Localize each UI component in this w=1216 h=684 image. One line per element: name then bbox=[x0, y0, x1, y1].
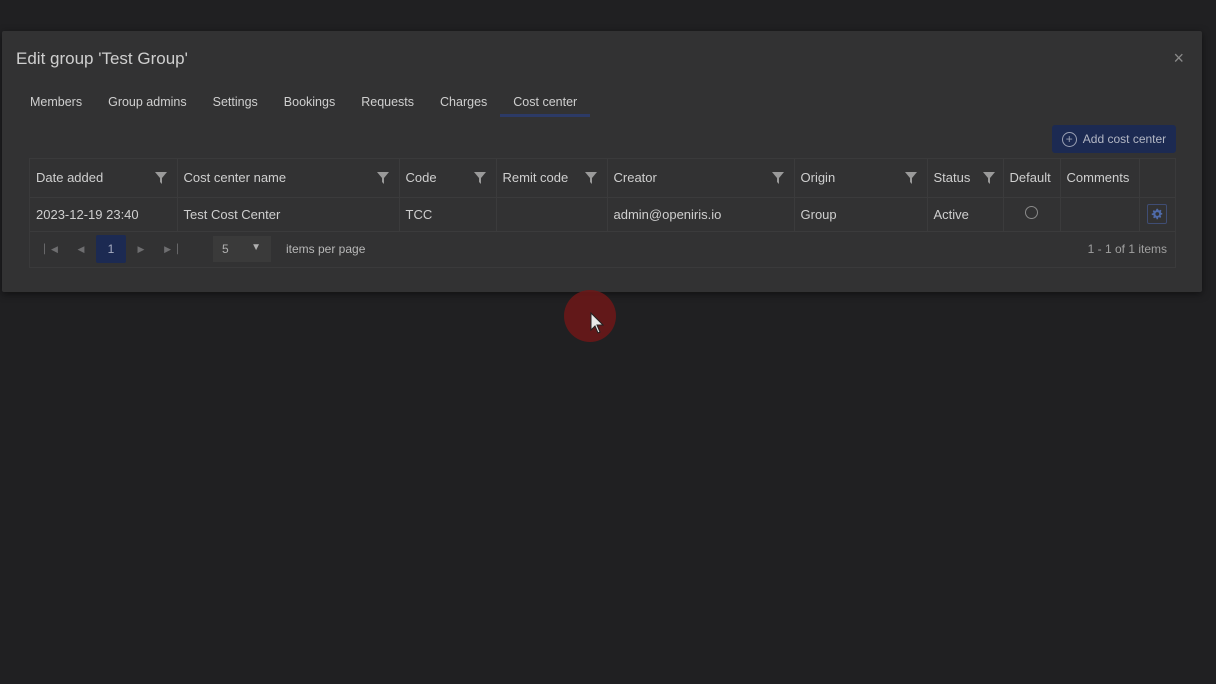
caret-down-icon: ▼ bbox=[251, 242, 261, 253]
cell-default bbox=[1003, 197, 1061, 232]
next-page-icon[interactable]: ▶ bbox=[126, 235, 156, 263]
cell-creator: admin@openiris.io bbox=[607, 197, 795, 232]
close-icon[interactable]: × bbox=[1173, 49, 1184, 67]
col-code[interactable]: Code bbox=[399, 159, 497, 198]
cell-origin: Group bbox=[794, 197, 928, 232]
tab-group-admins[interactable]: Group admins bbox=[95, 89, 200, 117]
tab-bookings[interactable]: Bookings bbox=[271, 89, 348, 117]
page-size-value: 5 bbox=[222, 242, 229, 256]
gear-icon bbox=[1152, 208, 1163, 220]
tab-requests[interactable]: Requests bbox=[348, 89, 427, 117]
filter-icon[interactable] bbox=[473, 172, 486, 184]
tab-members[interactable]: Members bbox=[17, 89, 95, 117]
col-origin-label: Origin bbox=[800, 170, 836, 186]
col-cost-center-name[interactable]: Cost center name bbox=[177, 159, 400, 198]
cell-name: Test Cost Center bbox=[177, 197, 400, 232]
filter-icon[interactable] bbox=[376, 172, 389, 184]
cell-remit-code bbox=[496, 197, 608, 232]
add-cost-center-label: Add cost center bbox=[1082, 132, 1167, 146]
row-settings-button[interactable] bbox=[1147, 204, 1168, 224]
prev-page-icon[interactable]: ◀ bbox=[66, 235, 96, 263]
cell-code: TCC bbox=[399, 197, 497, 232]
cost-center-grid: Date added Cost center name Code Remit c… bbox=[29, 158, 1176, 268]
dialog-title: Edit group 'Test Group' bbox=[16, 49, 188, 68]
plus-circle-icon: + bbox=[1061, 131, 1077, 147]
tab-cost-center[interactable]: Cost center bbox=[500, 89, 591, 117]
col-creator-label: Creator bbox=[613, 170, 657, 186]
col-creator[interactable]: Creator bbox=[607, 159, 795, 198]
col-status-label: Status bbox=[933, 170, 971, 186]
items-per-page-label: items per page bbox=[286, 242, 366, 256]
filter-icon[interactable] bbox=[584, 172, 597, 184]
tab-settings[interactable]: Settings bbox=[200, 89, 271, 117]
filter-icon[interactable] bbox=[154, 172, 167, 184]
header-row: Date added Cost center name Code Remit c… bbox=[30, 159, 1175, 198]
cell-comments bbox=[1060, 197, 1140, 232]
page-number[interactable]: 1 bbox=[96, 235, 126, 263]
col-date-added[interactable]: Date added bbox=[30, 159, 178, 198]
col-actions bbox=[1139, 159, 1175, 198]
pager: ▏◀ ◀ 1 ▶ ▶▕ 5 ▼ items per page 1 - 1 of … bbox=[30, 231, 1175, 267]
filter-icon[interactable] bbox=[982, 172, 995, 184]
col-cost-center-name-label: Cost center name bbox=[183, 170, 287, 186]
default-radio[interactable] bbox=[1025, 206, 1038, 219]
page-size-select[interactable]: 5 ▼ bbox=[213, 236, 271, 262]
tab-charges[interactable]: Charges bbox=[427, 89, 500, 117]
col-origin[interactable]: Origin bbox=[794, 159, 928, 198]
col-comments: Comments bbox=[1060, 159, 1140, 198]
filter-icon[interactable] bbox=[771, 172, 784, 184]
tab-bar: Members Group admins Settings Bookings R… bbox=[17, 89, 591, 117]
col-default: Default bbox=[1003, 159, 1061, 198]
cell-status: Active bbox=[927, 197, 1004, 232]
col-remit-code[interactable]: Remit code bbox=[496, 159, 608, 198]
table-row[interactable]: 2023-12-19 23:40 Test Cost Center TCC ad… bbox=[30, 197, 1175, 232]
col-status[interactable]: Status bbox=[927, 159, 1004, 198]
cell-actions bbox=[1139, 197, 1175, 232]
pager-info: 1 - 1 of 1 items bbox=[1087, 242, 1167, 256]
edit-group-dialog: Edit group 'Test Group' × Members Group … bbox=[2, 31, 1202, 292]
last-page-icon[interactable]: ▶▕ bbox=[156, 235, 186, 263]
mouse-cursor-icon bbox=[590, 312, 604, 334]
first-page-icon[interactable]: ▏◀ bbox=[36, 235, 66, 263]
col-date-added-label: Date added bbox=[36, 170, 104, 186]
add-cost-center-button[interactable]: + Add cost center bbox=[1052, 125, 1176, 153]
col-code-label: Code bbox=[405, 170, 437, 186]
cell-date-added: 2023-12-19 23:40 bbox=[30, 197, 178, 232]
filter-icon[interactable] bbox=[904, 172, 917, 184]
col-remit-code-label: Remit code bbox=[502, 170, 569, 186]
